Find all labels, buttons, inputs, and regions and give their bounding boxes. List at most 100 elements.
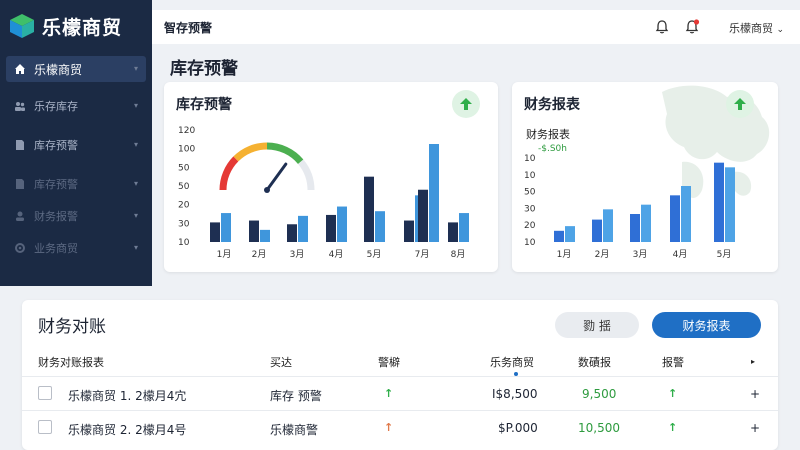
inventory-bar-chart: 120 100 50 50 20 30 10 1月 2月 3月 4月 5月 7月 8月 <box>178 126 469 260</box>
y-tick-label: 10 <box>524 238 536 248</box>
row-checkbox[interactable] <box>38 420 52 434</box>
column-header[interactable]: 买达 <box>270 354 292 370</box>
x-tick-label: 3月 <box>290 249 305 260</box>
user-menu[interactable]: 乐檬商贸 ⌄ <box>729 20 784 36</box>
bar <box>287 224 297 242</box>
table-row[interactable]: 乐檬商贸 1. 2檬月4宂 库存 预警 ↑ I$8,500 9,500 ↑ + <box>22 376 778 410</box>
x-tick-label: 5月 <box>367 249 382 260</box>
sidebar-item-finance-alert[interactable]: 财务报警 ▾ <box>6 203 146 229</box>
gauge-arc <box>219 156 239 191</box>
users-icon <box>14 100 26 112</box>
table-row[interactable]: 乐檬商贸 2. 2檬月4号 乐檬商警 ↑ $P.000 10,500 ↑ + <box>22 410 778 444</box>
document-icon <box>14 178 26 190</box>
reconciliation-card: 财务对账 勠 揺 财务报表 财务对账报表 买达 警檘 乐务商贸 数磧报 报警 ▸… <box>22 300 778 450</box>
row-status: 乐檬商警 <box>270 423 319 437</box>
bar <box>337 206 347 242</box>
header-title: 智存预警 <box>164 20 213 35</box>
sidebar-item-stock-alert[interactable]: 库存预警 ▾ <box>6 132 146 158</box>
gear-icon <box>14 242 26 254</box>
x-tick-label: 1月 <box>557 249 572 260</box>
row-status: 库存 预警 <box>270 389 322 403</box>
notification-bell-icon[interactable] <box>684 19 700 35</box>
gauge-arc <box>233 142 268 162</box>
column-menu-icon[interactable]: ▸ <box>751 357 755 366</box>
finance-report-button[interactable]: 财务报表 <box>652 312 761 338</box>
arrow-up-icon: ↑ <box>668 387 678 400</box>
row-amount: $P.000 <box>498 421 538 435</box>
row-count: 9,500 <box>582 387 617 401</box>
home-icon <box>14 63 26 75</box>
gauge-needle <box>265 162 288 192</box>
sidebar-item-inventory[interactable]: 乐存库存 ▾ <box>6 93 146 119</box>
bar <box>565 226 575 242</box>
sidebar-item-label: 乐檬商贸 <box>34 62 83 77</box>
add-icon[interactable]: + <box>750 421 760 435</box>
chevron-down-icon: ▾ <box>133 179 138 188</box>
bar <box>326 214 336 242</box>
finance-report-card: 财务报表 财务报表 -$.S0h 10 10 50 30 20 10 1月 2月 3月 4月 5月 <box>512 82 778 272</box>
section-title: 库存预警 <box>170 59 238 79</box>
column-header[interactable]: 乐务商贸 <box>490 354 534 370</box>
card-title: 财务对账 <box>38 317 106 337</box>
y-tick-label: 10 <box>178 238 190 248</box>
bar <box>670 195 680 242</box>
x-tick-label: 2月 <box>595 249 610 260</box>
bell-icon[interactable] <box>654 19 670 35</box>
y-tick-label: 120 <box>178 126 195 136</box>
column-header[interactable]: 数磧报 <box>578 354 611 370</box>
y-tick-label: 50 <box>178 163 190 173</box>
sidebar-item-stock-alert-2[interactable]: 库存预警 ▾ <box>6 171 146 197</box>
chevron-down-icon: ▾ <box>133 101 138 110</box>
y-tick-label: 30 <box>524 204 536 214</box>
y-tick-label: 20 <box>178 201 190 211</box>
sidebar-item-home[interactable]: 乐檬商贸 ▾ <box>6 56 146 82</box>
gauge-pivot <box>264 187 270 193</box>
finance-bar-chart: 10 10 50 30 20 10 1月 2月 3月 4月 5月 <box>524 154 735 260</box>
y-tick-label: 50 <box>178 182 190 192</box>
brand-logo-icon <box>10 14 34 38</box>
row-name: 乐檬商贸 1. 2檬月4宂 <box>68 389 187 403</box>
bar <box>630 214 640 242</box>
scan-button[interactable]: 勠 揺 <box>555 312 639 338</box>
column-header[interactable]: 财务对账报表 <box>38 354 104 370</box>
row-checkbox[interactable] <box>38 386 52 400</box>
document-icon <box>14 139 26 151</box>
row-count: 10,500 <box>578 421 620 435</box>
gauge-arc <box>266 142 304 165</box>
y-tick-label: 30 <box>178 219 190 229</box>
column-header[interactable]: 警檘 <box>378 354 400 370</box>
y-tick-label: 10 <box>524 154 536 164</box>
inventory-alert-card: 库存预警 120 100 50 50 20 30 10 1月 2月 3月 4月 5月 7月 8月 <box>164 82 498 272</box>
x-tick-label: 4月 <box>329 249 344 260</box>
gauge-arc <box>297 159 315 191</box>
bar <box>725 167 735 242</box>
y-tick-label: 10 <box>524 171 536 181</box>
x-tick-label: 1月 <box>217 249 232 260</box>
sidebar-item-label: 库存预警 <box>34 139 78 152</box>
x-tick-label: 2月 <box>252 249 267 260</box>
x-tick-label: 7月 <box>415 249 430 260</box>
bar <box>429 144 439 242</box>
add-icon[interactable]: + <box>750 387 760 401</box>
column-header[interactable]: 报警 <box>662 354 684 370</box>
bar <box>404 220 414 242</box>
arrow-up-icon: ↑ <box>668 421 678 434</box>
x-tick-label: 8月 <box>451 249 466 260</box>
row-name: 乐檬商贸 2. 2檬月4号 <box>68 423 187 437</box>
y-tick-label: 100 <box>178 145 195 155</box>
sidebar-item-label: 库存预警 <box>34 178 78 191</box>
bar <box>603 209 613 242</box>
top-header: 智存预警 乐檬商贸 ⌄ <box>152 10 800 44</box>
sidebar-item-business[interactable]: 业务商贸 ▾ <box>6 235 146 261</box>
brand[interactable]: 乐檬商贸 <box>8 8 122 44</box>
bar <box>418 189 428 242</box>
bar <box>592 219 602 242</box>
bar <box>681 186 691 242</box>
bar <box>554 230 564 242</box>
sidebar-item-label: 乐存库存 <box>34 100 78 113</box>
arrow-up-icon: ↑ <box>384 387 394 400</box>
bar <box>714 162 724 242</box>
arrow-up-icon: ↑ <box>384 421 394 434</box>
user-icon <box>14 210 26 222</box>
sidebar-item-label: 财务报警 <box>34 210 78 223</box>
